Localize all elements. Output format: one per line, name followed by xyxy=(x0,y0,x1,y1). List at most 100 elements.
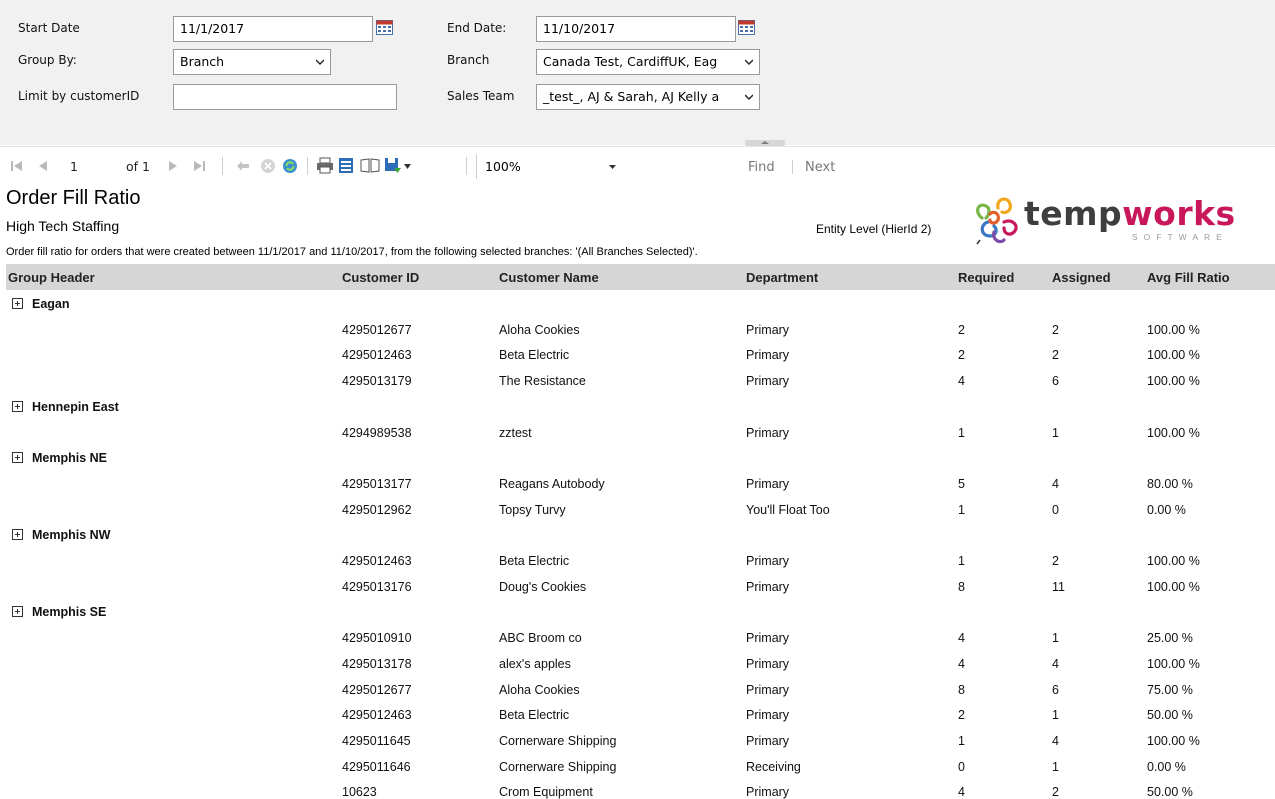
expand-plus-icon[interactable] xyxy=(12,452,23,464)
cell-customer-name: Cornerware Shipping xyxy=(499,759,617,774)
cell-avg-fill-ratio: 100.00 % xyxy=(1147,656,1200,671)
cell-customer-name: Doug's Cookies xyxy=(499,579,587,594)
cell-assigned: 4 xyxy=(1052,733,1059,748)
start-date-input[interactable]: 11/1/2017 xyxy=(173,16,373,42)
cell-department: You'll Float Too xyxy=(746,502,830,517)
expand-plus-icon[interactable] xyxy=(12,298,23,309)
cell-avg-fill-ratio: 80.00 % xyxy=(1147,476,1193,491)
cell-customer-id: 4295011645 xyxy=(342,733,411,748)
cell-department: Primary xyxy=(746,348,790,363)
zoom-value: 100% xyxy=(485,159,521,174)
cell-avg-fill-ratio: 25.00 % xyxy=(1147,631,1193,646)
cell-department: Receiving xyxy=(746,759,801,774)
cell-avg-fill-ratio: 100.00 % xyxy=(1147,554,1200,568)
cell-customer-id: 4295012463 xyxy=(342,708,412,723)
print-layout-icon[interactable] xyxy=(338,157,354,174)
cell-required: 2 xyxy=(958,348,965,363)
logo-word-temp: temp xyxy=(1024,194,1123,233)
cell-assigned: 1 xyxy=(1052,631,1059,646)
expand-plus-icon[interactable] xyxy=(12,529,23,541)
page-setup-icon[interactable] xyxy=(360,158,380,173)
cell-customer-id: 4295011646 xyxy=(342,759,411,774)
expand-plus-icon[interactable] xyxy=(12,400,23,412)
cell-customer-name: Beta Electric xyxy=(499,554,570,568)
branch-label: Branch xyxy=(447,53,490,67)
cell-customer-id: 4295013176 xyxy=(342,579,412,594)
end-date-calendar-icon[interactable] xyxy=(738,20,755,35)
cell-assigned: 4 xyxy=(1052,656,1059,671)
cell-customer-id: 4295010910 xyxy=(342,631,412,646)
cell-customer-name: ABC Broom co xyxy=(499,631,582,646)
chevron-down-icon xyxy=(316,59,324,65)
expand-plus-icon[interactable] xyxy=(12,606,23,618)
cell-avg-fill-ratio: 0.00 % xyxy=(1147,759,1186,774)
cell-assigned: 11 xyxy=(1052,579,1065,594)
cell-avg-fill-ratio: 100.00 % xyxy=(1147,374,1200,389)
cell-required: 8 xyxy=(958,579,965,594)
next-page-icon[interactable] xyxy=(168,160,178,172)
table-header: Group Header Customer ID Customer Name D… xyxy=(6,264,1275,290)
cell-customer-name: Aloha Cookies xyxy=(499,682,580,697)
cell-avg-fill-ratio: 0.00 % xyxy=(1147,502,1186,517)
group-by-select[interactable]: Branch xyxy=(173,49,331,75)
start-date-calendar-icon[interactable] xyxy=(376,20,393,35)
first-page-icon[interactable] xyxy=(11,160,23,172)
end-date-input[interactable]: 11/10/2017 xyxy=(536,16,736,42)
chevron-down-icon xyxy=(745,94,753,100)
toolbar-separator xyxy=(307,157,308,175)
toolbar-separator xyxy=(792,160,793,174)
cell-customer-id: 4294989538 xyxy=(342,425,412,440)
report-description: Order fill ratio for orders that were cr… xyxy=(6,246,698,258)
col-customer-id: Customer ID xyxy=(342,270,420,285)
group-name: Hennepin East xyxy=(32,399,119,414)
find-text-input[interactable] xyxy=(636,154,736,179)
cell-required: 4 xyxy=(958,656,965,671)
logo-word-works: works xyxy=(1122,194,1236,233)
cell-assigned: 6 xyxy=(1052,374,1059,389)
cell-customer-id: 4295012463 xyxy=(342,554,412,568)
col-assigned: Assigned xyxy=(1052,270,1111,285)
entity-level: Entity Level (HierId 2) xyxy=(816,222,932,236)
find-link[interactable]: Find xyxy=(748,160,775,175)
cell-assigned: 1 xyxy=(1052,425,1059,440)
start-date-label: Start Date xyxy=(18,21,80,35)
limit-customer-label: Limit by customerID xyxy=(18,89,140,103)
branch-select[interactable]: Canada Test, CardiffUK, Eag xyxy=(536,49,760,75)
report-subtitle: High Tech Staffing xyxy=(6,218,120,234)
export-dropdown-icon[interactable] xyxy=(404,164,411,169)
cell-required: 1 xyxy=(958,733,965,748)
cell-customer-id: 4295013178 xyxy=(342,656,412,671)
chevron-down-icon xyxy=(609,165,616,169)
cell-required: 4 xyxy=(958,374,965,389)
cell-customer-name: Reagans Autobody xyxy=(499,476,605,491)
cell-department: Primary xyxy=(746,631,790,646)
cell-assigned: 0 xyxy=(1052,502,1059,517)
cell-department: Primary xyxy=(746,708,790,723)
end-date-label: End Date: xyxy=(447,21,507,35)
page-number-input[interactable]: 1 xyxy=(70,159,78,174)
zoom-select[interactable]: 100% xyxy=(476,154,636,179)
cell-customer-name: Topsy Turvy xyxy=(499,502,566,517)
export-save-icon[interactable] xyxy=(384,157,402,174)
cell-customer-name: The Resistance xyxy=(499,374,586,389)
stop-icon[interactable] xyxy=(260,158,276,174)
logo-links-icon xyxy=(976,197,1018,245)
previous-page-icon[interactable] xyxy=(38,160,48,172)
sales-team-select[interactable]: _test_, AJ & Sarah, AJ Kelly a xyxy=(536,84,760,110)
print-icon[interactable] xyxy=(316,157,334,174)
page-count: of 1 xyxy=(126,159,150,174)
cell-avg-fill-ratio: 100.00 % xyxy=(1147,322,1200,337)
refresh-icon[interactable] xyxy=(282,158,298,174)
col-avg-fill-ratio: Avg Fill Ratio xyxy=(1147,270,1230,285)
group-by-value: Branch xyxy=(180,54,225,69)
cell-customer-id: 4295012463 xyxy=(342,348,412,363)
limit-customer-input[interactable] xyxy=(173,84,397,110)
cell-department: Primary xyxy=(746,733,790,748)
last-page-icon[interactable] xyxy=(193,160,205,172)
cell-avg-fill-ratio: 50.00 % xyxy=(1147,708,1193,723)
cell-required: 1 xyxy=(958,554,965,568)
back-arrow-icon[interactable] xyxy=(236,160,250,172)
cell-department: Primary xyxy=(746,656,790,671)
next-link[interactable]: Next xyxy=(805,160,835,175)
report-title: Order Fill Ratio xyxy=(6,187,141,209)
